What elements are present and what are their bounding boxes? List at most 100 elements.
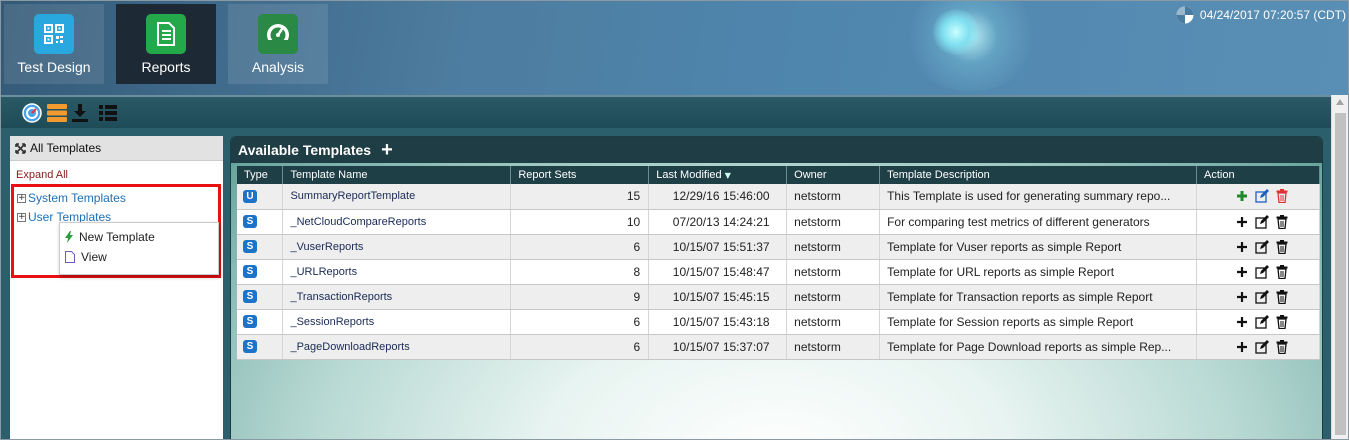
- delete-trash-icon[interactable]: [1275, 339, 1289, 354]
- vertical-scrollbar[interactable]: [1331, 95, 1348, 439]
- delete-trash-icon[interactable]: [1275, 264, 1289, 279]
- column-header-label: Last Modified: [656, 169, 722, 181]
- report-document-icon: [146, 14, 186, 54]
- clock-icon: [1176, 6, 1194, 24]
- toolbar: [1, 95, 1331, 128]
- report-sets-cell: 6: [510, 234, 650, 260]
- expand-plus-icon[interactable]: +: [17, 193, 26, 203]
- type-cell: S: [237, 234, 284, 260]
- edit-icon[interactable]: [1254, 264, 1269, 279]
- owner-cell: netstorm: [786, 209, 881, 235]
- action-cell: [1196, 234, 1320, 260]
- column-header-type[interactable]: Type: [237, 166, 284, 184]
- template-description-cell: Template for Session reports as simple R…: [879, 309, 1198, 335]
- template-type-badge: S: [243, 265, 257, 278]
- scrollbar-thumb[interactable]: [1335, 113, 1346, 435]
- type-cell: S: [237, 209, 284, 235]
- action-cell: [1196, 309, 1320, 335]
- template-type-badge: S: [243, 240, 257, 253]
- add-template-plus-icon[interactable]: +: [381, 140, 393, 160]
- table-row[interactable]: S _TransactionReports 9 10/15/07 15:45:15 ne…: [237, 284, 1320, 310]
- tree-item-system-templates[interactable]: + System Templates: [17, 191, 126, 205]
- column-header-owner[interactable]: Owner: [786, 166, 881, 184]
- edit-icon[interactable]: [1254, 214, 1269, 229]
- nav-tab-reports[interactable]: Reports: [116, 4, 216, 84]
- edit-icon[interactable]: [1254, 289, 1269, 304]
- nav-tab-analysis[interactable]: Analysis: [228, 4, 328, 84]
- tree-item-label: System Templates: [28, 191, 126, 205]
- delete-trash-icon[interactable]: [1275, 314, 1289, 329]
- template-name-cell[interactable]: _NetCloudCompareReports: [282, 209, 512, 235]
- add-icon[interactable]: [1235, 315, 1249, 329]
- edit-icon[interactable]: [1254, 314, 1269, 329]
- add-icon[interactable]: [1235, 290, 1249, 304]
- expand-all-link[interactable]: Expand All: [16, 169, 223, 181]
- edit-icon[interactable]: [1254, 339, 1269, 354]
- table-row[interactable]: S _NetCloudCompareReports 10 07/20/13 14:24…: [237, 209, 1320, 235]
- column-header-last-modified[interactable]: Last Modified ▼: [648, 166, 788, 184]
- menu-item-view[interactable]: View: [65, 250, 107, 264]
- table-row[interactable]: S _PageDownloadReports 6 10/15/07 15:37:07 n…: [237, 334, 1320, 360]
- type-cell: U: [237, 184, 284, 210]
- delete-trash-icon[interactable]: [1275, 214, 1289, 229]
- action-cell: [1196, 284, 1320, 310]
- templates-panel-header: Available Templates +: [231, 137, 1322, 163]
- column-header-action: Action: [1196, 166, 1320, 184]
- edit-icon[interactable]: [1254, 239, 1269, 254]
- add-icon[interactable]: [1235, 340, 1249, 354]
- templates-panel-title: Available Templates: [238, 142, 372, 158]
- column-header-report-sets[interactable]: Report Sets: [510, 166, 650, 184]
- table-row[interactable]: U SummaryReportTemplate 15 12/29/16 15:46:0…: [237, 184, 1320, 210]
- template-description-cell: Template for Transaction reports as simp…: [879, 284, 1198, 310]
- template-description-cell: Template for URL reports as simple Repor…: [879, 259, 1198, 285]
- add-icon[interactable]: [1235, 215, 1249, 229]
- dashboard-gauge-icon[interactable]: [22, 103, 42, 128]
- type-cell: S: [237, 259, 284, 285]
- scroll-up-arrow-icon[interactable]: [1336, 99, 1344, 105]
- owner-cell: netstorm: [786, 234, 881, 260]
- edit-icon[interactable]: [1254, 189, 1269, 203]
- report-sets-cell: 10: [510, 209, 650, 235]
- top-navigation-bar: Test Design Reports Analysis 04/24/2017 …: [1, 1, 1348, 95]
- template-name-cell[interactable]: _SessionReports: [282, 309, 512, 335]
- speedometer-icon: [258, 14, 298, 54]
- templates-tree-panel: All Templates Expand All + System Templa…: [10, 136, 223, 439]
- expand-plus-icon[interactable]: +: [17, 212, 26, 222]
- delete-trash-icon[interactable]: [1275, 189, 1289, 204]
- action-cell: [1196, 209, 1320, 235]
- datetime-text: 04/24/2017 07:20:57 (CDT): [1199, 8, 1346, 22]
- table-row[interactable]: S _URLReports 8 10/15/07 15:48:47 netstorm Te…: [237, 259, 1320, 285]
- add-icon[interactable]: [1235, 240, 1249, 254]
- table-row[interactable]: S _SessionReports 6 10/15/07 15:43:18 netsto…: [237, 309, 1320, 335]
- add-icon[interactable]: [1235, 265, 1249, 279]
- delete-trash-icon[interactable]: [1275, 289, 1289, 304]
- template-name-cell[interactable]: _PageDownloadReports: [282, 334, 512, 360]
- template-name-cell[interactable]: _URLReports: [282, 259, 512, 285]
- delete-trash-icon[interactable]: [1275, 239, 1289, 254]
- template-type-badge: S: [243, 290, 257, 303]
- template-name-cell[interactable]: _VuserReports: [282, 234, 512, 260]
- last-modified-cell: 07/20/13 14:24:21: [648, 209, 788, 235]
- nav-tab-label: Analysis: [251, 59, 305, 75]
- type-cell: S: [237, 284, 284, 310]
- table-row[interactable]: S _VuserReports 6 10/15/07 15:51:37 netstorm…: [237, 234, 1320, 260]
- last-modified-cell: 10/15/07 15:45:15: [648, 284, 788, 310]
- template-type-badge: S: [243, 315, 257, 328]
- menu-item-new-template[interactable]: New Template: [65, 230, 155, 244]
- column-header-template-name[interactable]: Template Name: [282, 166, 512, 184]
- templates-table-body: U SummaryReportTemplate 15 12/29/16 15:46:0…: [237, 184, 1320, 360]
- list-view-icon[interactable]: [98, 103, 118, 128]
- column-header-template-description[interactable]: Template Description: [879, 166, 1198, 184]
- template-name-cell[interactable]: _TransactionReports: [282, 284, 512, 310]
- nav-tab-test-design[interactable]: Test Design: [4, 4, 104, 84]
- app-window: Test Design Reports Analysis 04/24/2017 …: [0, 0, 1349, 440]
- last-modified-cell: 10/15/07 15:43:18: [648, 309, 788, 335]
- template-name-cell[interactable]: SummaryReportTemplate: [282, 184, 512, 210]
- sort-desc-icon: ▼: [724, 171, 731, 180]
- server-datetime: 04/24/2017 07:20:57 (CDT): [1176, 6, 1346, 24]
- database-icon[interactable]: [46, 103, 68, 128]
- action-cell: [1196, 259, 1320, 285]
- tree-panel-header[interactable]: All Templates: [10, 136, 223, 161]
- download-icon[interactable]: [71, 103, 89, 128]
- add-icon[interactable]: [1235, 189, 1249, 203]
